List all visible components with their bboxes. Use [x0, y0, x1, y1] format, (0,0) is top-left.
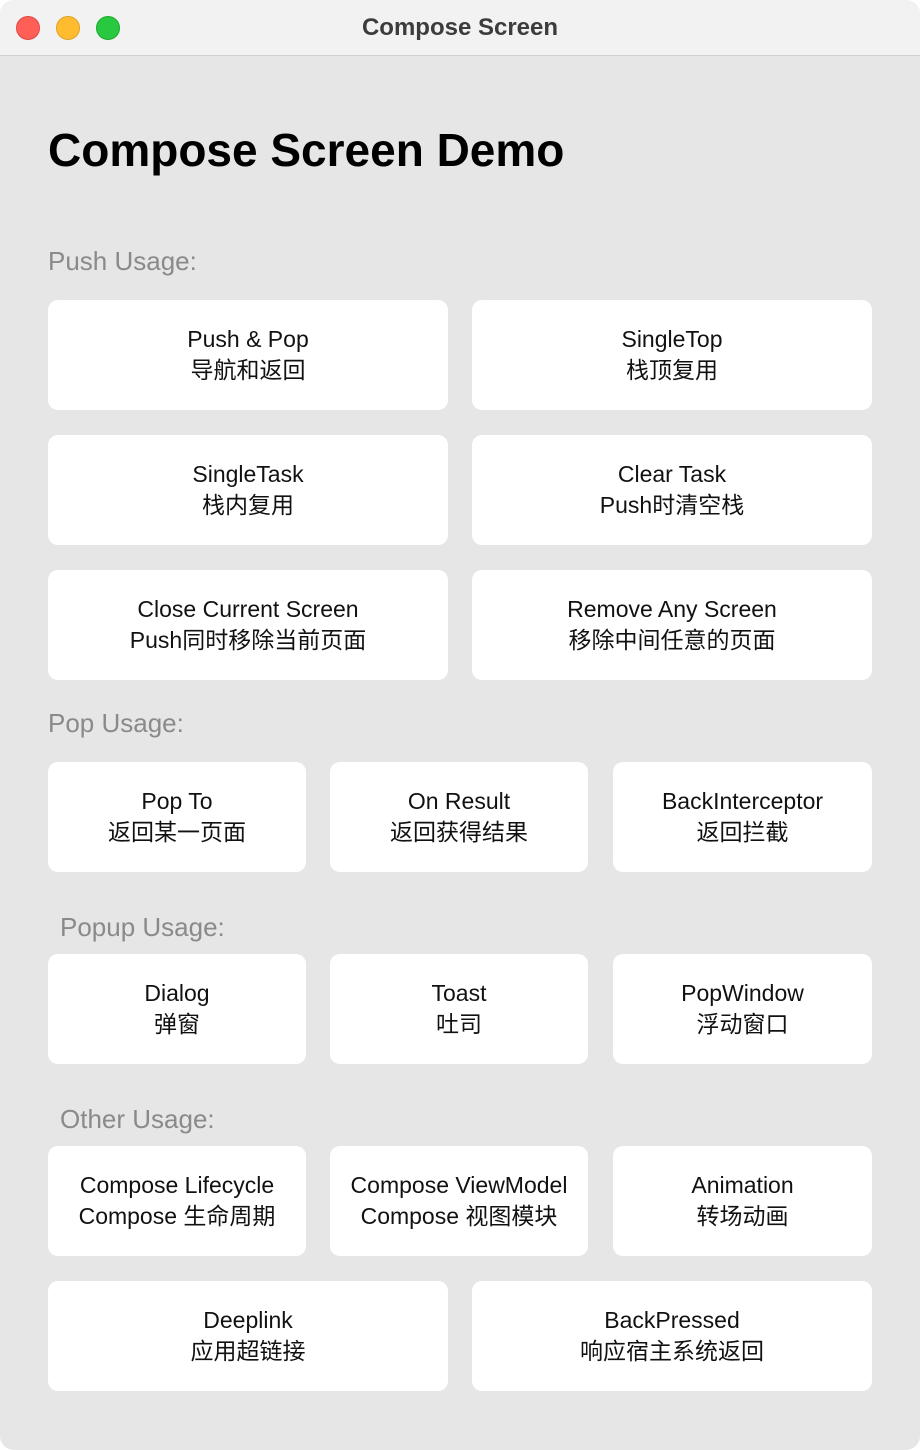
button-subtitle: 响应宿主系统返回: [580, 1338, 764, 1364]
button-subtitle: 返回某一页面: [108, 819, 246, 845]
button-title: BackPressed: [604, 1307, 740, 1333]
single-top-button[interactable]: SingleTop 栈顶复用: [472, 300, 872, 410]
button-subtitle: Push时清空栈: [599, 492, 745, 518]
button-title: Toast: [431, 980, 487, 1006]
button-subtitle: Push同时移除当前页面: [129, 627, 367, 653]
button-subtitle: 应用超链接: [190, 1338, 306, 1364]
button-title: On Result: [407, 788, 511, 814]
remove-any-screen-button[interactable]: Remove Any Screen 移除中间任意的页面: [472, 570, 872, 680]
page-title: Compose Screen Demo: [48, 124, 565, 176]
button-title: PopWindow: [681, 980, 804, 1006]
pop-window-button[interactable]: PopWindow 浮动窗口: [613, 954, 872, 1064]
compose-lifecycle-button[interactable]: Compose Lifecycle Compose 生命周期: [48, 1146, 306, 1256]
button-subtitle: Compose 生命周期: [78, 1203, 276, 1229]
animation-button[interactable]: Animation 转场动画: [613, 1146, 872, 1256]
button-subtitle: 转场动画: [696, 1203, 789, 1229]
close-current-screen-button[interactable]: Close Current Screen Push同时移除当前页面: [48, 570, 448, 680]
button-title: Dialog: [144, 980, 210, 1006]
button-title: Close Current Screen: [137, 596, 359, 622]
deeplink-button[interactable]: Deeplink 应用超链接: [48, 1281, 448, 1391]
button-subtitle: 移除中间任意的页面: [568, 627, 776, 653]
compose-viewmodel-button[interactable]: Compose ViewModel Compose 视图模块: [330, 1146, 588, 1256]
dialog-button[interactable]: Dialog 弹窗: [48, 954, 306, 1064]
title-bar: Compose Screen: [0, 0, 920, 56]
app-window: Compose Screen Compose Screen Demo Push …: [0, 0, 920, 1450]
back-pressed-button[interactable]: BackPressed 响应宿主系统返回: [472, 1281, 872, 1391]
button-title: SingleTop: [621, 326, 723, 352]
button-subtitle: 栈顶复用: [626, 357, 718, 383]
on-result-button[interactable]: On Result 返回获得结果: [330, 762, 588, 872]
single-task-button[interactable]: SingleTask 栈内复用: [48, 435, 448, 545]
button-subtitle: 导航和返回: [190, 357, 306, 383]
button-title: Compose ViewModel: [350, 1172, 568, 1198]
button-title: Remove Any Screen: [567, 596, 777, 622]
button-title: SingleTask: [192, 461, 304, 487]
pop-to-button[interactable]: Pop To 返回某一页面: [48, 762, 306, 872]
push-pop-button[interactable]: Push & Pop 导航和返回: [48, 300, 448, 410]
button-title: Pop To: [141, 788, 213, 814]
button-title: Push & Pop: [187, 326, 309, 352]
button-title: Clear Task: [617, 461, 727, 487]
button-subtitle: 返回拦截: [696, 819, 789, 845]
button-subtitle: Compose 视图模块: [360, 1203, 558, 1229]
button-subtitle: 浮动窗口: [696, 1011, 789, 1037]
section-label-push: Push Usage:: [48, 246, 197, 276]
back-interceptor-button[interactable]: BackInterceptor 返回拦截: [613, 762, 872, 872]
section-label-other: Other Usage:: [60, 1104, 215, 1134]
button-subtitle: 弹窗: [154, 1011, 200, 1037]
button-subtitle: 返回获得结果: [390, 819, 528, 845]
button-title: Animation: [691, 1172, 794, 1198]
button-title: Compose Lifecycle: [79, 1172, 275, 1198]
toast-button[interactable]: Toast 吐司: [330, 954, 588, 1064]
button-subtitle: 吐司: [436, 1011, 482, 1037]
button-subtitle: 栈内复用: [202, 492, 294, 518]
clear-task-button[interactable]: Clear Task Push时清空栈: [472, 435, 872, 545]
button-title: BackInterceptor: [661, 788, 824, 814]
section-label-popup: Popup Usage:: [60, 912, 225, 942]
button-title: Deeplink: [203, 1307, 293, 1333]
window-title: Compose Screen: [361, 14, 559, 41]
section-label-pop: Pop Usage:: [48, 708, 184, 738]
